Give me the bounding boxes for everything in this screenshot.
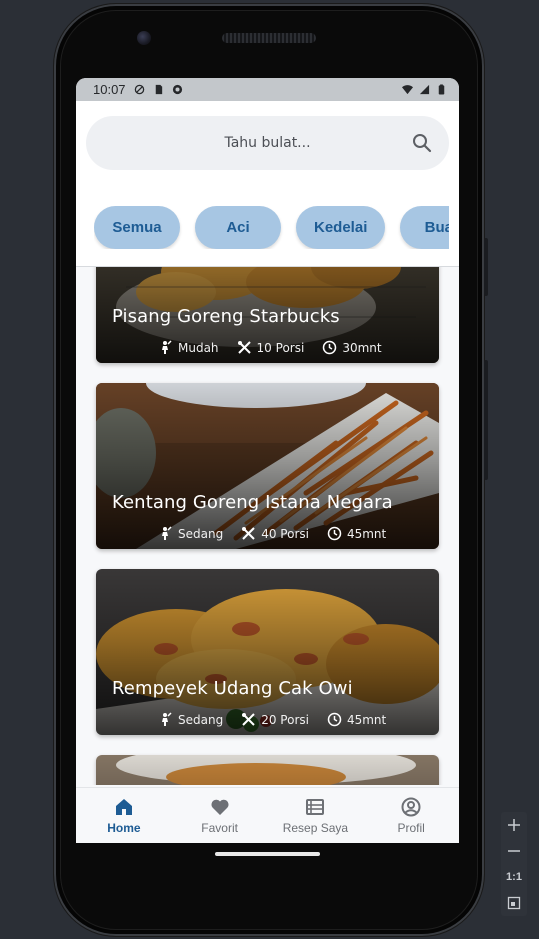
camera-icon [137,31,151,45]
clock-icon [323,340,337,355]
status-time: 10:07 [93,82,126,97]
time-info: 45mnt [327,712,386,727]
clock-icon [327,526,342,541]
chip-kedelai[interactable]: Kedelai [296,206,386,249]
search-input[interactable] [167,135,368,151]
difficulty-label: Mudah [178,340,219,355]
difficulty-info: Mudah [158,340,219,355]
battery-icon [438,84,445,95]
nav-resep-saya[interactable]: Resep Saya [268,788,364,843]
category-chips: Semua Aci Kedelai Buah [94,206,449,249]
nav-resep-saya-label: Resep Saya [282,821,349,835]
time-label: 45mnt [346,712,387,727]
bottom-navigation: Home Favorit Resep Saya Profil [76,787,459,843]
heart-icon [211,799,229,815]
clock-icon [327,712,342,727]
image-overlay [96,755,439,785]
speaker-grille [222,33,316,43]
portion-info: 40 Porsi [241,526,309,541]
utensils-icon [242,713,255,726]
recipe-meta: Mudah 10 Porsi 30mnt [158,340,382,355]
cell-signal-icon [419,84,430,95]
zoom-in-icon[interactable] [506,817,522,833]
recipe-list[interactable]: Pisang Goreng Starbucks Mudah 10 Porsi 3… [76,267,459,785]
chef-icon [162,712,172,726]
recipe-meta: Sedang 40 Porsi 45mnt [158,526,386,541]
chip-semua[interactable]: Semua [94,206,180,249]
chip-aci[interactable]: Aci [195,206,281,249]
recipe-title: Pisang Goreng Starbucks [112,306,340,327]
volume-button[interactable] [484,238,488,296]
difficulty-info: Sedang [158,712,223,727]
portion-label: 40 Porsi [261,526,309,541]
time-info: 30mnt [322,340,382,355]
utensils-icon [242,527,255,540]
nav-profil[interactable]: Profil [363,788,459,843]
difficulty-label: Sedang [178,526,224,541]
profile-icon [401,797,421,817]
emulator-zoom-panel: 1:1 [501,812,527,916]
chef-icon [162,526,172,540]
chef-icon [162,340,172,354]
recipe-title: Rempeyek Udang Cak Owi [112,678,353,699]
home-icon [115,799,132,815]
utensils-icon [237,341,251,354]
power-button[interactable] [484,360,488,480]
app-screen: 10:07 Semua Aci Kedelai Buah [76,78,459,843]
nav-home-label: Home [107,821,141,835]
difficulty-label: Sedang [178,712,224,727]
search-bar[interactable] [86,116,449,170]
status-bar: 10:07 [76,78,459,101]
portion-label: 10 Porsi [256,340,305,355]
portion-info: 10 Porsi [237,340,305,355]
search-icon[interactable] [412,133,432,153]
app-notification-icon [172,84,182,95]
image-overlay [96,383,439,549]
fit-screen-icon[interactable] [506,895,522,911]
recipe-title: Kentang Goreng Istana Negara [112,492,393,513]
nav-home[interactable]: Home [76,788,172,843]
recipe-card[interactable]: Kentang Goreng Istana Negara Sedang 40 P… [96,383,439,549]
recipe-card[interactable] [96,755,439,785]
zoom-actual-size-button[interactable]: 1:1 [506,869,522,885]
recipe-card[interactable]: Pisang Goreng Starbucks Mudah 10 Porsi 3… [96,267,439,363]
portion-label: 20 Porsi [261,712,309,727]
nav-favorit[interactable]: Favorit [172,788,268,843]
image-overlay [96,569,439,735]
zoom-out-icon[interactable] [506,843,522,859]
nav-profil-label: Profil [397,821,425,835]
recipe-card[interactable]: Rempeyek Udang Cak Owi Sedang 20 Porsi 4… [96,569,439,735]
no-signal-icon [134,84,144,95]
home-indicator[interactable] [215,852,320,856]
sim-card-icon [155,84,162,95]
time-label: 45mnt [346,526,387,541]
portion-info: 20 Porsi [241,712,309,727]
chip-buah[interactable]: Buah [400,206,449,249]
nav-favorit-label: Favorit [201,821,238,835]
time-info: 45mnt [327,526,386,541]
time-label: 30mnt [342,340,382,355]
wifi-icon [402,85,413,95]
list-icon [306,799,325,815]
difficulty-info: Sedang [158,526,223,541]
recipe-meta: Sedang 20 Porsi 45mnt [158,712,386,727]
